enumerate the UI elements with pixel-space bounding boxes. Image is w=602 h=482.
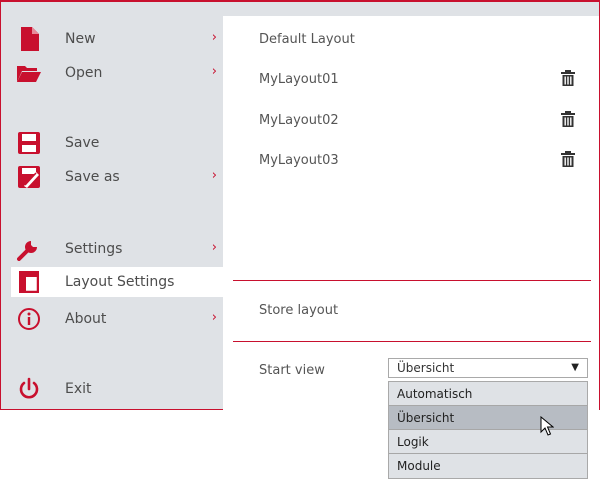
divider (233, 280, 591, 281)
layout-row[interactable]: MyLayout02 (259, 109, 575, 131)
layout-name: MyLayout02 (259, 112, 339, 128)
layout-default-label: Default Layout (259, 31, 355, 47)
menu-item-settings[interactable]: Settings › (11, 234, 223, 264)
layout-name: MyLayout03 (259, 152, 339, 168)
menu-label-save-as: Save as (65, 169, 120, 185)
chevron-right-icon: › (211, 168, 217, 183)
wrench-icon (15, 235, 43, 263)
menu-item-save-as[interactable]: Save as › (11, 162, 223, 192)
menu-item-new[interactable]: New › (11, 24, 223, 54)
layout-row[interactable]: MyLayout01 (259, 68, 575, 90)
option-automatisch[interactable]: Automatisch (389, 382, 587, 406)
trash-icon[interactable] (561, 111, 575, 131)
save-as-icon (15, 163, 43, 191)
layout-default[interactable]: Default Layout (259, 28, 575, 50)
power-icon (15, 375, 43, 403)
trash-icon[interactable] (561, 151, 575, 171)
layout-name: MyLayout01 (259, 71, 339, 87)
trash-icon[interactable] (561, 70, 575, 90)
chevron-right-icon: › (211, 30, 217, 45)
start-view-label: Start view (259, 363, 325, 378)
sidebar-menu: New › Open › Save Save as › Settings › L… (1, 2, 223, 410)
folder-open-icon (15, 59, 43, 87)
option-logik[interactable]: Logik (389, 430, 587, 454)
menu-item-save[interactable]: Save (11, 128, 223, 158)
menu-label-exit: Exit (65, 381, 92, 397)
menu-item-layout-settings[interactable]: Layout Settings (11, 267, 223, 297)
menu-label-about: About (65, 311, 107, 327)
menu-item-exit[interactable]: Exit (11, 374, 223, 404)
start-view-selected-value: Übersicht (397, 361, 455, 375)
caret-down-icon: ▼ (571, 362, 579, 373)
menu-item-open[interactable]: Open › (11, 58, 223, 88)
store-layout-button[interactable]: Store layout (259, 303, 338, 318)
layout-row[interactable]: MyLayout03 (259, 149, 575, 171)
save-icon (15, 129, 43, 157)
start-view-options: Automatisch Übersicht Logik Module (388, 381, 588, 479)
chevron-right-icon: › (211, 240, 217, 255)
new-file-icon (15, 25, 43, 53)
menu-item-about[interactable]: About › (11, 304, 223, 334)
menu-label-new: New (65, 31, 96, 47)
mouse-pointer-icon (540, 415, 555, 440)
chevron-right-icon: › (211, 64, 217, 79)
layout-settings-panel: Default Layout MyLayout01 MyLayout02 MyL… (223, 16, 599, 410)
menu-label-layout-settings: Layout Settings (65, 274, 175, 290)
chevron-right-icon: › (211, 310, 217, 325)
app-frame: New › Open › Save Save as › Settings › L… (0, 0, 600, 410)
menu-label-settings: Settings (65, 241, 123, 257)
option-module[interactable]: Module (389, 454, 587, 478)
start-view-select[interactable]: Übersicht ▼ (388, 358, 588, 378)
menu-label-save: Save (65, 135, 100, 151)
divider (233, 341, 591, 342)
option-uebersicht[interactable]: Übersicht (389, 406, 587, 430)
menu-label-open: Open (65, 65, 103, 81)
layout-icon (15, 268, 43, 296)
info-icon (15, 305, 43, 333)
